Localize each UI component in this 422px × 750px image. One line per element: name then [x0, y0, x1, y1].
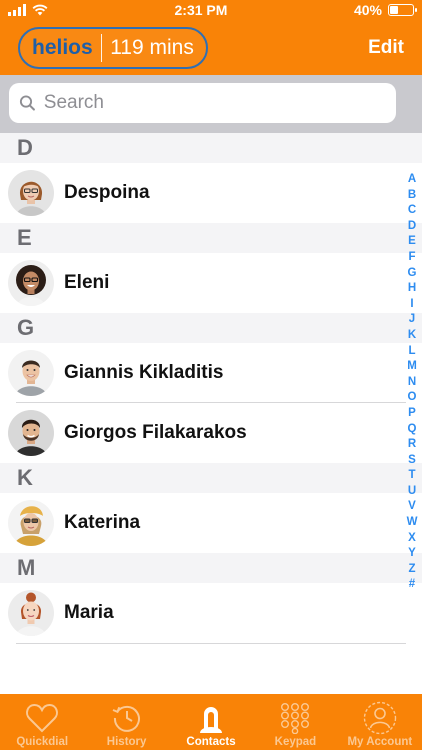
search-icon — [19, 95, 35, 111]
search-input[interactable] — [43, 92, 386, 114]
contact-row-maria[interactable]: Maria — [0, 583, 422, 643]
index-letter[interactable]: M — [407, 359, 417, 375]
edit-button[interactable]: Edit — [368, 37, 404, 59]
index-letter[interactable]: V — [408, 499, 416, 515]
signal-icon — [8, 4, 26, 16]
alphabet-index[interactable]: A B C D E F G H I J K L M N O P Q R S T U V W X Y Z # — [405, 172, 419, 593]
tab-history[interactable]: History — [84, 694, 168, 750]
search-bar — [0, 75, 422, 133]
index-letter[interactable]: Y — [408, 546, 416, 562]
contact-name: Eleni — [64, 272, 110, 293]
battery-percent: 40% — [353, 2, 382, 18]
brand-separator — [100, 33, 103, 62]
index-letter[interactable]: K — [408, 328, 416, 344]
contact-name: Maria — [64, 602, 114, 623]
index-letter[interactable]: R — [408, 437, 416, 453]
tab-quickdial[interactable]: Quickdial — [0, 694, 84, 750]
contact-row-katerina[interactable]: Katerina — [0, 493, 422, 553]
avatar — [8, 500, 54, 546]
battery-icon — [387, 4, 417, 16]
wifi-icon — [32, 4, 48, 16]
tab-contacts[interactable]: Contacts — [169, 694, 253, 750]
contact-row-giorgos-filakarakos[interactable]: Giorgos Filakarakos — [0, 403, 422, 463]
minutes-balance: 119 mins — [110, 35, 194, 59]
section-header: D — [0, 133, 422, 163]
keypad-icon — [279, 701, 311, 735]
index-letter[interactable]: J — [409, 312, 415, 328]
index-letter[interactable]: C — [408, 203, 416, 219]
tab-label: History — [106, 736, 147, 748]
contact-row-eleni[interactable]: Eleni — [0, 253, 422, 313]
index-letter[interactable]: U — [408, 484, 416, 500]
avatar — [8, 410, 54, 456]
contacts-icon — [195, 701, 227, 735]
contact-name: Giannis Kikladitis — [64, 362, 224, 383]
index-letter[interactable]: X — [408, 531, 416, 547]
index-letter[interactable]: H — [408, 281, 416, 297]
index-letter[interactable]: A — [408, 172, 416, 188]
avatar — [8, 170, 54, 216]
contact-name: Katerina — [64, 512, 141, 533]
section-header: G — [0, 313, 422, 343]
section-header: K — [0, 463, 422, 493]
index-letter[interactable]: D — [408, 219, 416, 235]
index-letter[interactable]: Z — [408, 562, 415, 578]
index-letter[interactable]: F — [408, 250, 415, 266]
brand-name: helios — [32, 35, 93, 59]
list-divider — [16, 643, 406, 644]
search-box[interactable] — [9, 83, 396, 123]
index-letter[interactable]: T — [408, 468, 415, 484]
index-letter[interactable]: L — [408, 344, 415, 360]
history-icon — [111, 701, 143, 735]
top-bar: 2:31 PM 40% helios 119 mins Edit — [0, 0, 422, 75]
tab-label: My Account — [347, 736, 413, 748]
heart-icon — [25, 701, 59, 735]
index-letter[interactable]: N — [408, 375, 416, 391]
avatar — [8, 260, 54, 306]
index-letter[interactable]: P — [408, 406, 416, 422]
index-letter[interactable]: S — [408, 453, 416, 469]
section-header: M — [0, 553, 422, 583]
contact-list: D Despoina E Eleni G Giannis Kikladitis … — [0, 133, 422, 644]
battery-fill — [389, 6, 398, 14]
account-icon — [363, 701, 397, 735]
tab-label: Contacts — [186, 736, 236, 748]
contact-name: Despoina — [64, 182, 150, 203]
tab-label: Quickdial — [16, 736, 69, 748]
contact-name: Giorgos Filakarakos — [64, 422, 247, 443]
brand-pill: helios 119 mins — [18, 26, 208, 69]
index-letter[interactable]: W — [407, 515, 418, 531]
index-letter[interactable]: Q — [408, 422, 417, 438]
tab-bar: Quickdial History Contacts Keypad My Acc… — [0, 694, 422, 750]
section-header: E — [0, 223, 422, 253]
index-letter[interactable]: B — [408, 188, 416, 204]
index-letter[interactable]: O — [408, 390, 417, 406]
tab-my-account[interactable]: My Account — [338, 694, 422, 750]
index-letter[interactable]: I — [410, 297, 413, 313]
contact-row-giannis-kikladitis[interactable]: Giannis Kikladitis — [0, 343, 422, 403]
contact-row-despoina[interactable]: Despoina — [0, 163, 422, 223]
index-letter[interactable]: E — [408, 234, 416, 250]
index-letter[interactable]: G — [408, 266, 417, 282]
status-time: 2:31 PM — [174, 2, 228, 18]
tab-label: Keypad — [274, 736, 317, 748]
avatar — [8, 590, 54, 636]
index-letter[interactable]: # — [409, 577, 415, 593]
status-bar: 2:31 PM 40% — [0, 0, 422, 20]
tab-keypad[interactable]: Keypad — [253, 694, 337, 750]
avatar — [8, 350, 54, 396]
